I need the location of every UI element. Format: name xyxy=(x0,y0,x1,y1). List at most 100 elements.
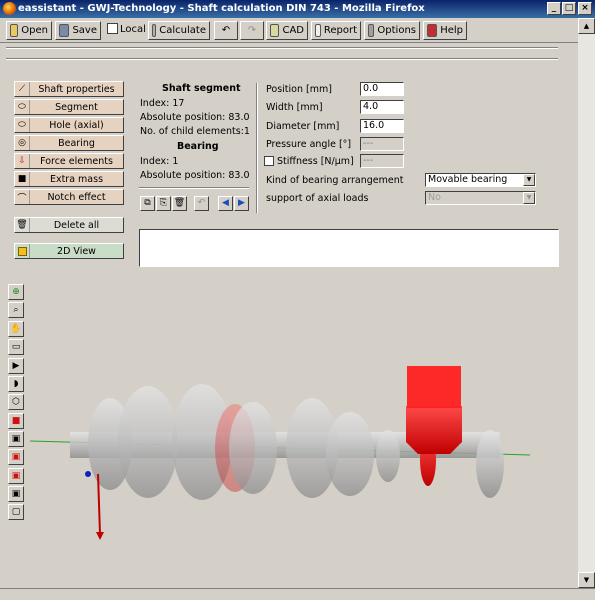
cube-red-front-icon[interactable]: ■ xyxy=(8,413,24,429)
shaft-properties-icon: ⟋ xyxy=(15,82,30,96)
bearing-arrangement-select[interactable]: Movable bearing ▼ xyxy=(425,173,536,187)
sidebar-item-force-elements[interactable]: ⇩ Force elements xyxy=(14,153,124,169)
divider xyxy=(139,187,249,189)
delete-all-label: Delete all xyxy=(53,219,100,231)
vertical-scrollbar[interactable]: ▲ ▼ xyxy=(578,18,595,588)
sidebar-item-extra-mass[interactable]: ■ Extra mass xyxy=(14,171,124,187)
view-2d-icon xyxy=(15,244,30,258)
options-button[interactable]: Options xyxy=(364,21,420,40)
force-icon: ⇩ xyxy=(15,154,30,168)
close-button[interactable]: × xyxy=(578,2,592,15)
folder-icon xyxy=(10,24,19,37)
view-side-icon[interactable]: ▶ xyxy=(8,358,24,374)
next-element-icon[interactable]: ▶ xyxy=(234,196,249,211)
delete-all-button[interactable]: 🗑 Delete all xyxy=(14,217,124,233)
diameter-input[interactable]: 16.0 xyxy=(360,119,404,133)
main-content: ⟋ Shaft properties ⬭ Segment ⬭ Hole (axi… xyxy=(0,44,578,588)
diameter-label: Diameter [mm] xyxy=(266,121,340,132)
local-checkbox[interactable] xyxy=(107,23,118,34)
save-button[interactable]: Save xyxy=(55,21,101,40)
cube-outline-icon[interactable]: ▢ xyxy=(8,504,24,520)
cube-red-top-icon[interactable]: ▣ xyxy=(8,449,24,465)
open-button[interactable]: Open xyxy=(6,21,52,40)
paste-element-icon[interactable]: ⎘ xyxy=(156,196,171,211)
sidebar-item-label: Notch effect xyxy=(47,191,106,203)
axial-loads-value: No xyxy=(428,192,441,203)
gear xyxy=(229,402,277,494)
sidebar-item-hole[interactable]: ⬭ Hole (axial) xyxy=(14,117,124,133)
axial-loads-select[interactable]: No ▼ xyxy=(425,191,536,205)
window-title-bar: eassistant - GWJ-Technology - Shaft calc… xyxy=(0,0,595,18)
view-2d-button[interactable]: 2D View xyxy=(14,243,124,259)
position-label: Position [mm] xyxy=(266,84,332,95)
minimize-button[interactable]: _ xyxy=(547,2,561,15)
sidebar-item-label: Extra mass xyxy=(49,173,104,185)
bearing-heading: Bearing xyxy=(177,141,219,152)
view-2d-label: 2D View xyxy=(57,245,96,257)
report-icon xyxy=(315,24,321,37)
calculator-icon xyxy=(152,24,157,37)
maximize-button[interactable]: □ xyxy=(562,2,576,15)
segment-child-count: No. of child elements:1 xyxy=(140,126,250,137)
view-iso-icon[interactable]: ◗ xyxy=(8,376,24,392)
axial-loads-label: support of axial loads xyxy=(266,193,369,204)
divider xyxy=(6,47,558,49)
window-title: eassistant - GWJ-Technology - Shaft calc… xyxy=(18,3,425,14)
toolbar: Open Save Local Calculate ↶ ↷ CAD Report… xyxy=(0,18,595,43)
scroll-up-icon[interactable]: ▲ xyxy=(578,18,595,34)
calculate-button[interactable]: Calculate xyxy=(148,21,210,40)
pressure-angle-label: Pressure angle [°] xyxy=(266,139,352,150)
sidebar-item-bearing[interactable]: ◎ Bearing xyxy=(14,135,124,151)
bearing-arrangement-value: Movable bearing xyxy=(428,174,508,185)
cube-icon[interactable]: ⬡ xyxy=(8,394,24,410)
previous-element-icon[interactable]: ◀ xyxy=(218,196,233,211)
cube-red-side-icon[interactable]: ▣ xyxy=(8,468,24,484)
help-button[interactable]: Help xyxy=(423,21,467,40)
segment-index: Index: 17 xyxy=(140,98,185,109)
sidebar-item-notch-effect[interactable]: ⌒ Notch effect xyxy=(14,189,124,205)
force-element xyxy=(406,406,462,454)
chevron-down-icon: ▼ xyxy=(523,174,535,186)
cad-button[interactable]: CAD xyxy=(266,21,308,40)
firefox-icon xyxy=(3,2,16,15)
width-input[interactable]: 4.0 xyxy=(360,100,404,114)
disk-icon xyxy=(59,24,70,37)
bearing-icon: ◎ xyxy=(15,136,30,150)
undo-button[interactable]: ↶ xyxy=(214,21,238,40)
view-front-icon[interactable]: ▭ xyxy=(8,339,24,355)
delete-element-icon[interactable]: 🗑 xyxy=(172,196,187,211)
position-input[interactable]: 0.0 xyxy=(360,82,404,96)
width-label: Width [mm] xyxy=(266,102,323,113)
sidebar-item-shaft-properties[interactable]: ⟋ Shaft properties xyxy=(14,81,124,97)
sidebar-item-label: Force elements xyxy=(40,155,113,167)
sidebar-item-label: Segment xyxy=(55,101,98,113)
divider xyxy=(6,58,558,60)
bearing-absolute-position: Absolute position: 83.0 xyxy=(140,170,250,181)
copy-element-icon[interactable]: ⧉ xyxy=(140,196,155,211)
sidebar-item-segment[interactable]: ⬭ Segment xyxy=(14,99,124,115)
stiffness-input[interactable]: --- xyxy=(360,154,404,168)
report-button[interactable]: Report xyxy=(311,21,361,40)
segment-absolute-position: Absolute position: 83.0 xyxy=(140,112,250,123)
stiffness-checkbox[interactable] xyxy=(264,156,274,166)
undo-element-icon[interactable]: ↶ xyxy=(194,196,209,211)
shaft-3d-view[interactable] xyxy=(30,344,530,564)
pressure-angle-input[interactable]: --- xyxy=(360,137,404,151)
zoom-icon[interactable]: ⌕ xyxy=(8,302,24,318)
gear xyxy=(118,386,178,498)
cube-wire-icon[interactable]: ▣ xyxy=(8,431,24,447)
pan-hand-icon[interactable]: ✋ xyxy=(8,321,24,337)
report-label: Report xyxy=(323,25,357,36)
force-element-top xyxy=(407,366,461,408)
bearing-arrangement-label: Kind of bearing arrangement xyxy=(266,175,404,186)
cad-label: CAD xyxy=(282,25,304,36)
local-label: Local xyxy=(120,24,146,35)
gear xyxy=(326,412,374,496)
redo-button[interactable]: ↷ xyxy=(240,21,264,40)
scroll-down-icon[interactable]: ▼ xyxy=(578,572,595,588)
stiffness-label: Stiffness [N/µm] xyxy=(277,156,354,167)
cube-back-icon[interactable]: ▣ xyxy=(8,486,24,502)
message-area[interactable] xyxy=(139,229,559,267)
zoom-in-icon[interactable]: ⊕ xyxy=(8,284,24,300)
undo-icon: ↶ xyxy=(221,25,231,36)
